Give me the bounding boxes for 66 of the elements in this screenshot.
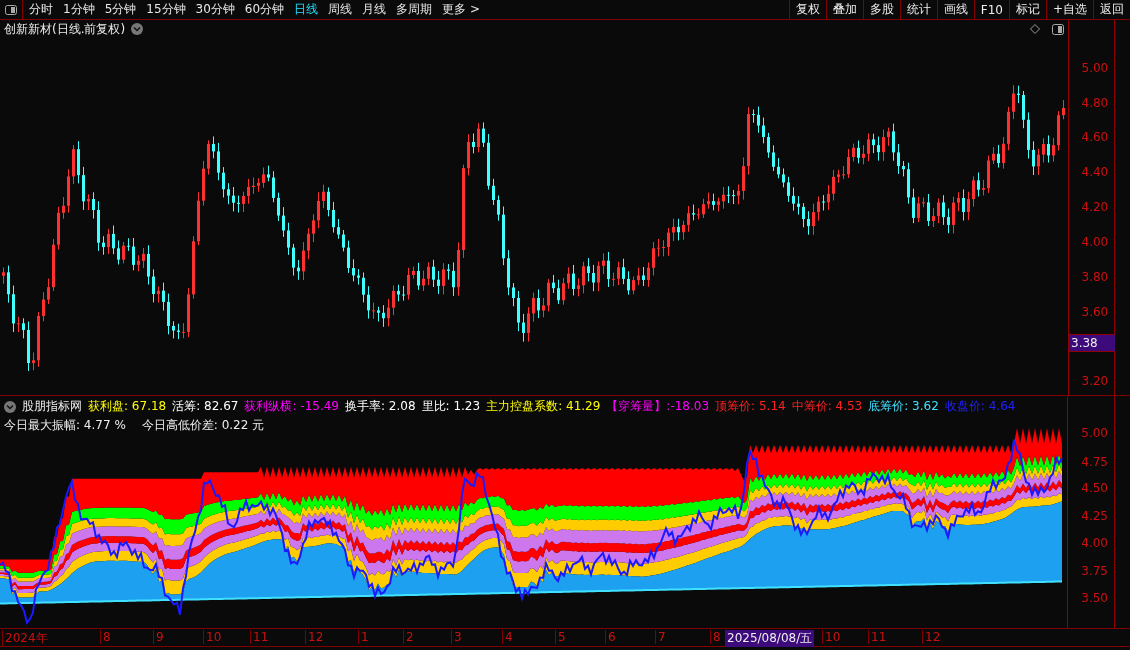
indicator-reading: 今日最大振幅: 4.77 %: [4, 417, 126, 434]
date-axis-label: 1: [358, 630, 369, 644]
price-axis-label: 3.20: [1081, 374, 1109, 388]
date-axis-label: 8: [100, 630, 111, 644]
price-axis-label: 3.50: [1081, 591, 1108, 605]
indicator-reading: 获利纵横: -15.49: [244, 398, 339, 415]
price-axis-label: 4.20: [1081, 200, 1109, 214]
indicator-reading: 收盘价: 4.64: [944, 398, 1016, 415]
period-tab[interactable]: 月线: [362, 1, 387, 18]
price-axis-label: 4.75: [1081, 455, 1108, 469]
date-axis-label: 6: [605, 630, 616, 644]
date-axis-label: 2024年: [2, 630, 48, 647]
date-axis-label: 10: [203, 630, 222, 644]
period-tab[interactable]: 日线: [294, 1, 319, 18]
date-axis-label: 8: [710, 630, 721, 644]
panel-toggle-icon[interactable]: [1052, 23, 1064, 35]
indicator-reading: 换手率: 2.08: [345, 398, 416, 415]
indicator-reading: 里比: 1.23: [421, 398, 481, 415]
period-tab[interactable]: 30分钟: [195, 1, 235, 18]
indicator-reading: 中筹价: 4.53: [791, 398, 863, 415]
indicator-reading: 活筹: 82.67: [172, 398, 239, 415]
price-axis-label: 3.80: [1081, 270, 1109, 284]
date-axis-label: 2: [403, 630, 414, 644]
price-axis-label: 4.00: [1081, 235, 1109, 249]
date-axis-label: 5: [555, 630, 566, 644]
chart-title: 创新新材(日线.前复权): [4, 20, 126, 38]
price-axis-label: 3.75: [1081, 564, 1108, 578]
indicator-reading: 今日高低价差: 0.22 元: [141, 417, 265, 434]
price-axis-label: 4.00: [1081, 536, 1108, 550]
price-axis-label: 3.60: [1081, 305, 1109, 319]
price-axis-label: 4.80: [1081, 96, 1109, 110]
indicator-reading: 获利盘: 67.18: [88, 398, 167, 415]
date-axis-label: 12: [305, 630, 324, 644]
period-tab[interactable]: 多周期: [396, 1, 433, 18]
indicator-reading: 顶筹价: 5.14: [715, 398, 786, 415]
diamond-icon[interactable]: [1030, 24, 1040, 34]
indicator-reading: 主力控盘系数: 41.29: [486, 398, 601, 415]
indicator-name: 股朋指标网: [22, 398, 82, 415]
chevron-down-icon[interactable]: [4, 400, 16, 413]
date-axis-label: 10: [822, 630, 841, 644]
period-tab[interactable]: 周线: [328, 1, 353, 18]
date-axis-label: 9: [153, 630, 164, 644]
date-axis-label: 3: [451, 630, 462, 644]
period-tab[interactable]: 60分钟: [244, 1, 285, 18]
chevron-down-icon[interactable]: [131, 23, 144, 35]
indicator-reading: 【穿筹量】:-18.03: [606, 398, 710, 415]
price-axis-label: 4.60: [1081, 130, 1109, 144]
period-tab[interactable]: 1分钟: [63, 1, 95, 18]
date-axis-label: 12: [922, 630, 941, 644]
price-axis-label: 5.00: [1081, 426, 1108, 440]
period-tab[interactable]: 15分钟: [146, 1, 186, 18]
period-tab[interactable]: 更多 >: [442, 1, 480, 18]
cursor-date-label: 2025/08/08/五: [725, 630, 815, 647]
period-tab[interactable]: 分时: [29, 1, 53, 18]
price-axis-label: 4.40: [1081, 165, 1109, 179]
price-axis-label: 4.25: [1081, 509, 1108, 523]
date-axis-label: 11: [250, 630, 269, 644]
date-axis-label: 11: [868, 630, 887, 644]
price-tag: 3.38: [1069, 334, 1115, 352]
period-tab[interactable]: 5分钟: [104, 1, 137, 18]
indicator-reading: 底筹价: 3.62: [868, 398, 939, 415]
date-axis-label: 7: [655, 630, 666, 644]
price-axis-label: 4.50: [1081, 481, 1108, 495]
price-axis-label: 5.00: [1081, 61, 1109, 75]
panel-toggle-icon[interactable]: [5, 4, 17, 15]
date-axis-label: 4: [502, 630, 513, 644]
